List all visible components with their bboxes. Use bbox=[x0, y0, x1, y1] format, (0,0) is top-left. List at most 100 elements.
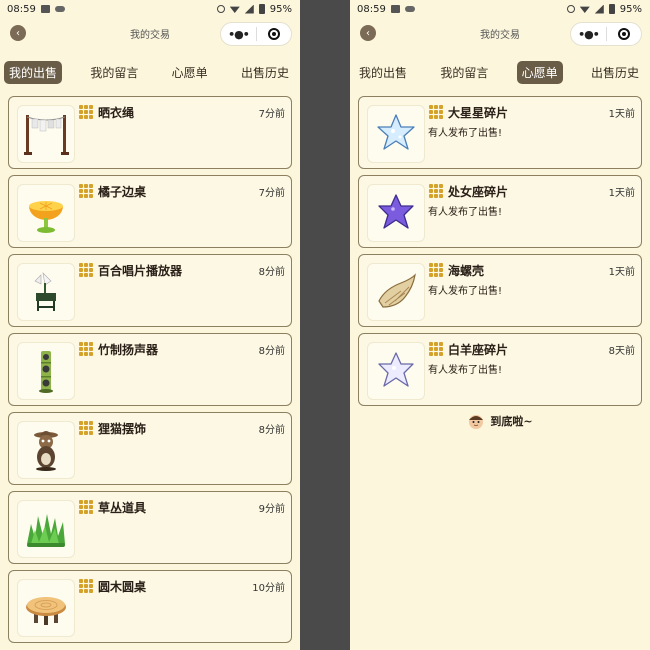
tab-my-sales[interactable]: 我的出售 bbox=[4, 60, 63, 84]
grid-icon bbox=[79, 263, 93, 277]
clothesline-icon bbox=[17, 105, 75, 163]
tab-sales-history[interactable]: 出售历史 bbox=[586, 61, 644, 84]
item-time: 1天前 bbox=[608, 109, 635, 120]
item-time: 10分前 bbox=[252, 583, 285, 594]
item-time: 7分前 bbox=[258, 188, 285, 199]
wishlist-list: 大星星碎片 1天前 有人发布了出售! 处女座碎片 1天前 有人发布了出售! 海螺… bbox=[350, 96, 650, 430]
tab-bar: 我的出售 我的留言 心愿单 出售历史 bbox=[0, 52, 300, 92]
item-time: 8分前 bbox=[258, 346, 285, 357]
status-time: 08:59 bbox=[7, 3, 36, 15]
status-bar: 08:59 95% bbox=[0, 0, 300, 18]
navbar: ‹ 我的交易 •●• bbox=[0, 18, 300, 48]
orange-table-icon bbox=[17, 184, 75, 242]
tab-wishlist[interactable]: 心愿单 bbox=[167, 61, 213, 84]
close-miniprogram-button[interactable] bbox=[607, 28, 641, 40]
item-time: 8天前 bbox=[608, 346, 635, 357]
close-miniprogram-button[interactable] bbox=[257, 28, 291, 40]
item-name: 白羊座碎片 bbox=[448, 343, 509, 357]
item-time: 7分前 bbox=[258, 109, 285, 120]
tab-my-messages[interactable]: 我的留言 bbox=[85, 61, 143, 84]
list-item[interactable]: 竹制扬声器 8分前 bbox=[8, 333, 292, 406]
wifi-icon bbox=[229, 6, 240, 13]
item-name: 海螺壳 bbox=[448, 264, 485, 278]
list-item[interactable]: 晒衣绳 7分前 bbox=[8, 96, 292, 169]
list-item[interactable]: 白羊座碎片 8天前 有人发布了出售! bbox=[358, 333, 642, 406]
list-item[interactable]: 狸猫摆饰 8分前 bbox=[8, 412, 292, 485]
lily-record-player-icon bbox=[17, 263, 75, 321]
page-title: 我的交易 bbox=[480, 29, 520, 41]
list-item[interactable]: 海螺壳 1天前 有人发布了出售! bbox=[358, 254, 642, 327]
image-icon bbox=[40, 5, 50, 13]
item-name: 处女座碎片 bbox=[448, 185, 509, 199]
cloud-icon bbox=[404, 6, 415, 12]
item-name: 橘子边桌 bbox=[98, 185, 147, 199]
mini-program-capsule: •●• bbox=[570, 22, 642, 46]
screen-wishlist: 08:59 95% ‹ 我的交易 •●• 我的出售 我的留言 心愿单 出售历史 bbox=[350, 0, 650, 650]
chevron-left-icon: ‹ bbox=[16, 27, 20, 39]
item-subtitle: 有人发布了出售! bbox=[428, 365, 503, 376]
battery-icon bbox=[608, 4, 615, 14]
grid-icon bbox=[429, 105, 443, 119]
item-subtitle: 有人发布了出售! bbox=[428, 128, 503, 139]
item-name: 草丛道具 bbox=[98, 501, 147, 515]
wifi-icon bbox=[579, 6, 590, 13]
grid-icon bbox=[79, 105, 93, 119]
page-title: 我的交易 bbox=[130, 29, 170, 41]
target-icon bbox=[267, 28, 280, 40]
battery-level: 95% bbox=[619, 3, 642, 15]
tab-sales-history[interactable]: 出售历史 bbox=[236, 61, 294, 84]
large-star-fragment-icon bbox=[367, 105, 425, 163]
tab-wishlist[interactable]: 心愿单 bbox=[516, 60, 563, 84]
item-name: 晒衣绳 bbox=[98, 106, 135, 120]
end-of-list: 到底啦~ bbox=[358, 412, 642, 430]
alarm-icon bbox=[216, 5, 225, 13]
back-button[interactable]: ‹ bbox=[360, 25, 376, 41]
item-time: 8分前 bbox=[258, 267, 285, 278]
tab-my-sales[interactable]: 我的出售 bbox=[354, 61, 412, 84]
image-icon bbox=[390, 5, 400, 13]
grid-icon bbox=[79, 421, 93, 435]
item-name: 大星星碎片 bbox=[448, 106, 509, 120]
status-time: 08:59 bbox=[357, 3, 386, 15]
log-table-icon bbox=[17, 579, 75, 637]
tab-my-messages[interactable]: 我的留言 bbox=[435, 61, 493, 84]
alarm-icon bbox=[566, 5, 575, 13]
signal-icon bbox=[594, 4, 604, 14]
item-time: 1天前 bbox=[608, 267, 635, 278]
bamboo-speaker-icon bbox=[17, 342, 75, 400]
tab-bar: 我的出售 我的留言 心愿单 出售历史 bbox=[350, 52, 650, 92]
item-name: 狸猫摆饰 bbox=[98, 422, 147, 436]
more-button[interactable]: •●• bbox=[571, 28, 606, 41]
aries-fragment-icon bbox=[367, 342, 425, 400]
list-item[interactable]: 橘子边桌 7分前 bbox=[8, 175, 292, 248]
back-button[interactable]: ‹ bbox=[10, 25, 26, 41]
tanuki-figure-icon bbox=[17, 421, 75, 479]
battery-icon bbox=[258, 4, 265, 14]
grid-icon bbox=[429, 342, 443, 356]
list-item[interactable]: 处女座碎片 1天前 有人发布了出售! bbox=[358, 175, 642, 248]
list-item[interactable]: 大星星碎片 1天前 有人发布了出售! bbox=[358, 96, 642, 169]
item-subtitle: 有人发布了出售! bbox=[428, 207, 503, 218]
end-text: 到底啦~ bbox=[490, 415, 533, 428]
item-time: 9分前 bbox=[258, 504, 285, 515]
grid-icon bbox=[79, 500, 93, 514]
more-button[interactable]: •●• bbox=[221, 28, 256, 41]
item-name: 圆木圆桌 bbox=[98, 580, 147, 594]
item-name: 竹制扬声器 bbox=[98, 343, 159, 357]
chevron-left-icon: ‹ bbox=[366, 27, 370, 39]
list-item[interactable]: 圆木圆桌 10分前 bbox=[8, 570, 292, 643]
battery-level: 95% bbox=[269, 3, 292, 15]
mini-program-capsule: •●• bbox=[220, 22, 292, 46]
grid-icon bbox=[79, 342, 93, 356]
list-item[interactable]: 百合唱片播放器 8分前 bbox=[8, 254, 292, 327]
grid-icon bbox=[429, 263, 443, 277]
item-time: 1天前 bbox=[608, 188, 635, 199]
grid-icon bbox=[79, 184, 93, 198]
grid-icon bbox=[79, 579, 93, 593]
navbar: ‹ 我的交易 •●• bbox=[350, 18, 650, 48]
list-item[interactable]: 草丛道具 9分前 bbox=[8, 491, 292, 564]
target-icon bbox=[617, 28, 630, 40]
sales-list: 晒衣绳 7分前 橘子边桌 7分前 百合唱片播放器 8分前 竹制扬声器 8分前 狸… bbox=[0, 96, 300, 643]
cloud-icon bbox=[54, 6, 65, 12]
status-bar: 08:59 95% bbox=[350, 0, 650, 18]
